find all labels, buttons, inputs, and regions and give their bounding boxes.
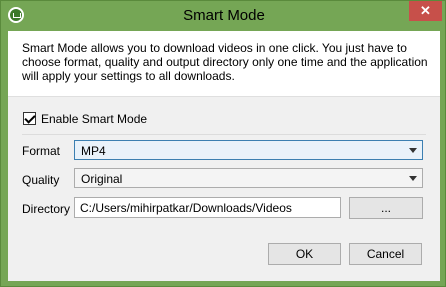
quality-label: Quality — [22, 173, 60, 187]
smart-mode-dialog: Smart Mode ✕ Smart Mode allows you to do… — [0, 0, 446, 287]
chevron-down-icon — [409, 176, 417, 181]
divider — [22, 134, 426, 135]
chevron-down-icon — [409, 148, 417, 153]
directory-input[interactable]: C:/Users/mihirpatkar/Downloads/Videos — [74, 197, 341, 218]
title-bar[interactable]: Smart Mode ✕ — [1, 1, 446, 31]
cancel-button[interactable]: Cancel — [349, 243, 422, 265]
description-panel: Smart Mode allows you to download videos… — [8, 31, 440, 97]
format-value: MP4 — [81, 144, 106, 158]
browse-button[interactable]: ... — [349, 197, 423, 219]
close-button[interactable]: ✕ — [409, 1, 442, 21]
format-label: Format — [22, 144, 61, 158]
enable-smart-mode-label[interactable]: Enable Smart Mode — [41, 112, 147, 126]
enable-smart-mode-checkbox[interactable] — [23, 112, 36, 125]
format-select[interactable]: MP4 — [74, 140, 423, 160]
quality-select[interactable]: Original — [74, 168, 423, 188]
directory-label: Directory — [22, 202, 71, 216]
description-text: Smart Mode allows you to download videos… — [22, 41, 428, 83]
ok-button[interactable]: OK — [268, 243, 341, 265]
window-title: Smart Mode — [183, 7, 265, 24]
quality-value: Original — [81, 172, 123, 186]
directory-value: C:/Users/mihirpatkar/Downloads/Videos — [80, 201, 292, 215]
dialog-body: Smart Mode allows you to download videos… — [8, 31, 440, 281]
